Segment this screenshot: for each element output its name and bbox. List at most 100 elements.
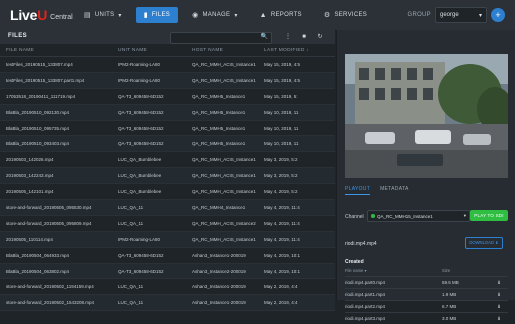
last-modified-cell: May 15, 2019, 5: xyxy=(264,93,298,99)
last-modified-cell: May 10, 2019, 11 xyxy=(264,109,299,115)
host-name-cell: QA_RC_MMH_ACIS_Instance1 xyxy=(192,61,256,67)
download-icon[interactable]: ⬇ xyxy=(490,304,508,310)
col-file-name[interactable]: FILE NAME xyxy=(0,48,118,53)
table-row[interactable]: store-and-forward_20190502_1543208.mp4 LU… xyxy=(0,295,335,312)
list-item: riodi.mp4.part2.mp4 6.7 MB ⬇ xyxy=(345,300,508,312)
file-name-cell: 20190503_142026.mp4 xyxy=(6,157,54,163)
file-name-cell: 20190505_110114.mp4 xyxy=(6,236,53,242)
file-name-cell: store-and-forward_20190502_1543208.mp4 xyxy=(6,300,95,306)
table-row[interactable]: 20190503_142243.mp4 LUC_QA_Bumblebee QA_RC… xyxy=(0,168,335,185)
last-modified-cell: May 2, 2019, 4:4 xyxy=(264,284,298,290)
table-row[interactable]: BlaBla_20190510_092130.mp4 QA-T3_609458-6… xyxy=(0,104,335,121)
download-icon[interactable]: ⬇ xyxy=(490,280,508,286)
last-modified-cell: May 4, 2019, 11:4 xyxy=(264,236,300,242)
logo[interactable]: LiveU Central xyxy=(10,8,73,22)
table-row[interactable]: testFiles_20190515_133807.mp4 IPM2-Roamin… xyxy=(0,57,335,73)
download-icon[interactable]: ⬇ xyxy=(490,292,508,298)
unit-name-cell: QA-T3_609458-6D152 xyxy=(118,252,164,258)
last-modified-cell: May 4, 2019, 10:1 xyxy=(264,268,301,274)
part-size: 1.9 MB xyxy=(442,292,457,297)
host-name-cell: QA_RC_MMH_ACIS_Instance1 xyxy=(192,157,256,163)
nav-files[interactable]: ▮ FILES xyxy=(135,7,179,23)
host-name-cell: QA_RC_MMH5_Instance1 xyxy=(192,125,246,131)
col-host-name[interactable]: HOST NAME xyxy=(192,48,264,53)
group-selector: GROUP george ▾ + xyxy=(407,7,505,23)
part-file-name: riodi.mp4.part0.mp4 xyxy=(345,280,386,285)
last-modified-cell: May 4, 2019, 5:2 xyxy=(264,189,298,195)
last-modified-cell: May 15, 2019, 4:5 xyxy=(264,77,301,83)
table-row[interactable]: BlaBla_20190510_095735.mp4 QA-T3_609458-6… xyxy=(0,121,335,137)
unit-name-cell: LUC_QA_Bumblebee xyxy=(118,189,162,195)
file-name-cell: BlaBla_20190510_092130.mp4 xyxy=(6,109,70,115)
channel-dropdown[interactable]: QA_RC_MMH15_Instance1 ▾ xyxy=(367,210,470,222)
last-modified-cell: May 3, 2019, 5:2 xyxy=(264,157,298,163)
last-modified-cell: May 10, 2019, 11 xyxy=(264,125,299,131)
table-header: FILE NAME UNIT NAME HOST NAME LAST MODIF… xyxy=(0,44,335,57)
logo-sub: Central xyxy=(50,14,73,21)
last-modified-cell: May 4, 2019, 11:4 xyxy=(264,220,300,226)
search-box: 🔍 xyxy=(170,32,272,49)
nav-services[interactable]: ⚙ SERVICES xyxy=(316,7,375,23)
services-icon: ⚙ xyxy=(323,12,331,19)
files-icon: ▮ xyxy=(143,12,148,19)
table-row[interactable]: store-and-forward_20190505_095809.mp4 LUC… xyxy=(0,216,335,232)
host-name-cell: QA_RC_MMH5_Instance1 xyxy=(192,109,246,115)
file-name-cell: 20190503_142243.mp4 xyxy=(6,173,54,179)
parts-col-file-name[interactable]: File name ▾ xyxy=(345,268,442,273)
more-icon[interactable]: ⋮ xyxy=(282,32,294,42)
file-name-cell: testFiles_20190515_133807.part1.mp4 xyxy=(6,77,85,83)
host-name-cell: QA_RC_MMH5_Instance1 xyxy=(192,93,246,99)
table-row[interactable]: BlaBla_20190504_064933.mp4 QA-T3_609458-6… xyxy=(0,248,335,264)
table-row[interactable]: testFiles_20190515_133807.part1.mp4 IPM2-… xyxy=(0,72,335,89)
group-dropdown[interactable]: george ▾ xyxy=(435,7,487,23)
chevron-down-icon: ▾ xyxy=(478,12,482,19)
unit-name-cell: LUC_QA_11 xyxy=(118,220,144,226)
add-button[interactable]: + xyxy=(491,8,505,22)
host-name-cell: QA_RC_MMH_ACIS_Instance1 xyxy=(192,236,256,242)
video-frame xyxy=(345,54,508,178)
unit-name-cell: QA-T3_609458-6D152 xyxy=(118,93,164,99)
file-name-cell: testFiles_20190515_133807.mp4 xyxy=(6,61,73,67)
tab-metadata[interactable]: METADATA xyxy=(380,186,409,195)
stop-icon[interactable]: ■ xyxy=(298,32,310,42)
file-name-cell: 20190505_142101.mp4 xyxy=(6,189,54,195)
video-preview[interactable] xyxy=(345,54,508,178)
file-name-cell: BlaBla_20190510_093403.mp4 xyxy=(6,141,70,147)
search-icon[interactable]: 🔍 xyxy=(261,33,268,40)
host-name-cell: Ashan3_Instance1-200019 xyxy=(192,300,246,306)
col-last-modified[interactable]: LAST MODIFIED ↓ xyxy=(264,48,335,53)
download-button[interactable]: DOWNLOAD ⬇ xyxy=(465,237,503,249)
table-row[interactable]: BlaBla_20190504_063802.mp4 QA-T3_609458-6… xyxy=(0,263,335,280)
tab-playout[interactable]: PLAYOUT xyxy=(345,186,371,195)
unit-name-cell: LUC_QA_Bumblebee xyxy=(118,173,162,179)
table-body: testFiles_20190515_133807.mp4 IPM2-Roamin… xyxy=(0,57,335,312)
host-name-cell: Ashan3_Instance1-200019 xyxy=(192,284,246,290)
last-modified-cell: May 10, 2019, 11 xyxy=(264,141,299,147)
table-row[interactable]: 20190505_142101.mp4 LUC_QA_Bumblebee QA_RC… xyxy=(0,184,335,201)
file-name-cell: BlaBla_20190504_063802.mp4 xyxy=(6,268,70,274)
sort-down-icon: ↓ xyxy=(306,47,309,53)
table-row[interactable]: store-and-forward_20190502_1194159.mp4 LU… xyxy=(0,279,335,296)
table-row[interactable]: store-and-forward_20190505_095530.mp4 LUC… xyxy=(0,200,335,216)
preview-panel: PLAYOUT METADATA Channel QA_RC_MMH15_Ins… xyxy=(336,30,515,321)
list-item: riodi.mp4.part1.mp4 1.9 MB ⬇ xyxy=(345,288,508,300)
table-row[interactable]: 20190505_110114.mp4 IPM2-Roaming-LA80 QA_R… xyxy=(0,231,335,248)
chevron-down-icon: ▾ xyxy=(463,213,466,218)
nav-reports[interactable]: ▲ REPORTS xyxy=(252,7,310,23)
host-name-cell: QA_RC_MMH_ACIS_Instance1 xyxy=(192,189,256,195)
manage-icon: ◉ xyxy=(192,12,199,19)
play-to-sdi-button[interactable]: PLAY TO SDI xyxy=(470,210,508,221)
part-file-name: riodi.mp4.part1.mp4 xyxy=(345,292,386,297)
table-row[interactable]: 20190503_142026.mp4 LUC_QA_Bumblebee QA_RC… xyxy=(0,152,335,169)
table-row[interactable]: BlaBla_20190510_093403.mp4 QA-T3_609458-6… xyxy=(0,136,335,153)
chevron-down-icon: ▾ xyxy=(118,12,122,19)
download-icon[interactable]: ⬇ xyxy=(490,316,508,322)
unit-name-cell: IPM2-Roaming-LA80 xyxy=(118,236,161,242)
nav-units[interactable]: ▤ UNITS ▾ xyxy=(76,7,130,23)
table-row[interactable]: 17053518_20190411_111719.mp4 QA-T3_609458… xyxy=(0,89,335,105)
refresh-icon[interactable]: ↻ xyxy=(314,32,326,42)
col-unit-name[interactable]: UNIT NAME xyxy=(118,48,192,53)
host-name-cell: QA_RC_MMH4_Instance1 xyxy=(192,204,246,210)
panel-tabs: PLAYOUT METADATA xyxy=(345,186,409,195)
nav-manage[interactable]: ◉ MANAGE ▾ xyxy=(184,7,246,23)
